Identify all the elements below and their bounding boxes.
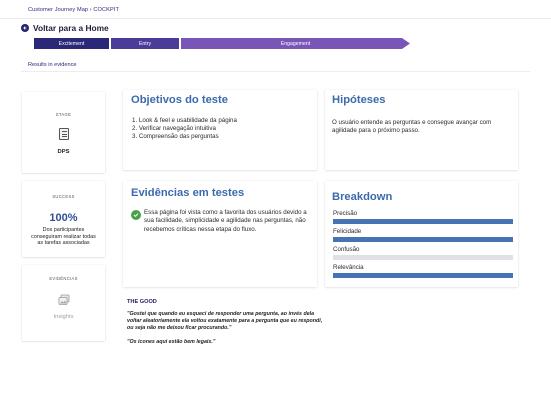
success-description: Dos participantes conseguiram realizar t… [31,227,96,247]
evidence-summary-card[interactable]: EVIDÊNCIAS Insights [22,265,105,341]
breakdown-label-relevancia: Relevância [333,264,364,271]
breakdown-label-precisao: Precisão [333,210,358,217]
objectives-list: 1. Look & feel e usabilidade da página 2… [132,117,237,140]
top-bar: Customer Journey Map › COCKPIT [0,0,551,19]
hypotheses-title: Hipóteses [332,94,386,106]
list-item: 3. Compreensão das perguntas [132,132,219,140]
evidence-card-title: EVIDÊNCIAS [49,276,78,281]
quote-1: "Gostei que quando eu esqueci de respond… [127,311,323,332]
breakdown-label-felicidade: Felicidade [333,228,362,235]
list-item: 1. Look & feel e usabilidade da página [132,117,237,124]
journey-stages: Excitement Entry Engagement [34,38,410,49]
back-label: Voltar para a Home [33,23,109,33]
breakdown-bar-felicidade [333,237,513,242]
insights-label: Insights [53,314,74,320]
evidence-title: Evidências em testes [131,187,245,199]
stage-value: DPS [57,149,70,155]
images-icon [58,294,70,305]
stage-excitement[interactable]: Excitement [34,38,109,49]
arrow-left-icon [21,24,29,32]
success-card: SUCCESS 100% Dos participantes conseguir… [22,181,105,257]
stage-card: STAGE DPS [22,92,105,173]
breakdown-card: Breakdown Precisão Felicidade Confusão R… [325,181,518,287]
hypotheses-text: O usuário entende as perguntas e consegu… [332,119,492,135]
breakdown-label-confusao: Confusão [333,246,360,253]
document-icon [59,128,69,140]
stage-card-title: STAGE [55,112,72,117]
hypotheses-card: Hipóteses O usuário entende as perguntas… [325,90,518,170]
success-card-title: SUCCESS [52,194,75,199]
check-circle-icon [131,210,141,220]
stage-engagement[interactable]: Engagement [181,38,410,49]
breakdown-bar-relevancia [333,273,513,278]
breakdown-bar-confusao [333,255,513,260]
breakdown-title: Breakdown [332,191,393,203]
objectives-card: Objetivos do teste 1. Look & feel e usab… [123,90,317,170]
breakdown-bar-precisao [333,219,513,224]
evidence-text: Essa página foi vista como a favorita do… [144,209,307,233]
success-percent: 100% [49,212,78,224]
the-good-title: THE GOOD [127,299,157,305]
back-to-home-link[interactable]: Voltar para a Home [21,22,109,34]
quote-2: "Os ícones aqui estão bem legais." [127,339,216,345]
objectives-title: Objetivos do teste [131,94,228,106]
divider [21,71,530,72]
evidence-card: Evidências em testes Essa página foi vis… [123,181,317,287]
list-item: 2. Verificar navegação intuitiva [132,124,216,132]
breadcrumb[interactable]: Customer Journey Map › COCKPIT [28,7,119,13]
results-in-evidence-label: Results in evidence [28,62,77,68]
stage-entry[interactable]: Entry [111,38,179,49]
